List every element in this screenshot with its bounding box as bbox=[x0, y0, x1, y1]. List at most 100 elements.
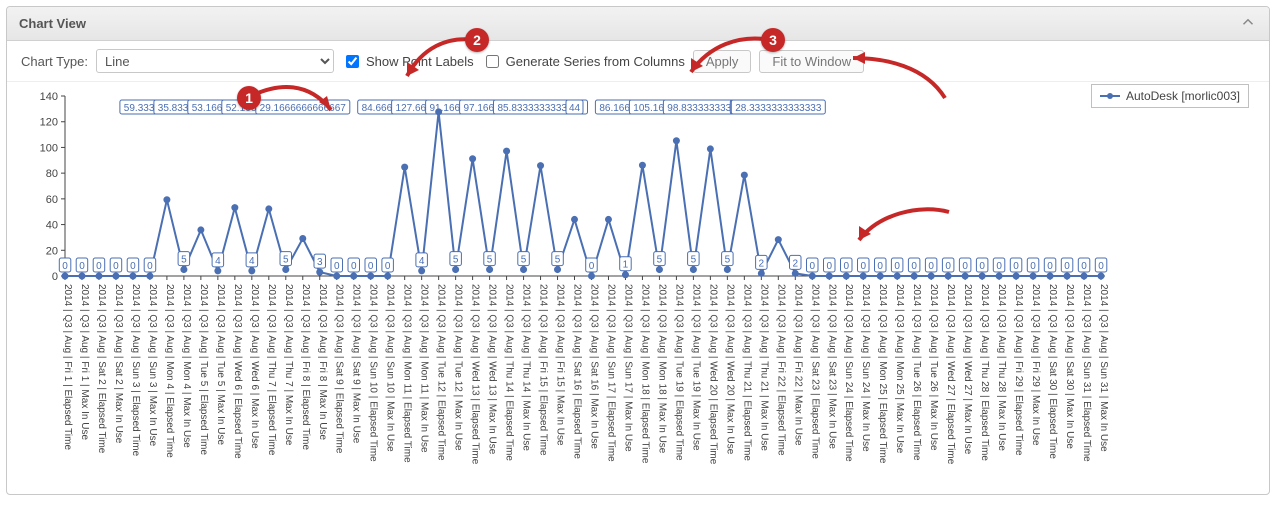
svg-text:2014 | Q3 | Aug | Fri 15 | Max: 2014 | Q3 | Aug | Fri 15 | Max In Use bbox=[555, 284, 566, 446]
show-point-labels-checkbox[interactable]: Show Point Labels bbox=[342, 52, 474, 71]
apply-button[interactable]: Apply bbox=[693, 50, 752, 73]
svg-text:0: 0 bbox=[860, 261, 866, 272]
svg-text:0: 0 bbox=[62, 261, 68, 272]
svg-text:2014 | Q3 | Aug | Sun 10 | Max: 2014 | Q3 | Aug | Sun 10 | Max In Use bbox=[385, 284, 396, 452]
svg-text:2014 | Q3 | Aug | Tue 5 | Elap: 2014 | Q3 | Aug | Tue 5 | Elapsed Time bbox=[198, 284, 209, 455]
svg-text:2014 | Q3 | Aug | Wed 13 | Max: 2014 | Q3 | Aug | Wed 13 | Max In Use bbox=[487, 284, 498, 455]
chart-legend: AutoDesk [morlic003] bbox=[1091, 84, 1249, 108]
svg-text:0: 0 bbox=[1081, 261, 1087, 272]
chart-type-select[interactable]: Line bbox=[96, 49, 334, 73]
chart-view-panel: Chart View Chart Type: Line Show Point L… bbox=[6, 6, 1270, 495]
svg-text:2014 | Q3 | Aug | Wed 20 | Max: 2014 | Q3 | Aug | Wed 20 | Max In Use bbox=[724, 284, 735, 455]
generate-series-input[interactable] bbox=[486, 55, 499, 68]
svg-text:40: 40 bbox=[46, 220, 58, 232]
svg-text:2014 | Q3 | Aug | Thu 14 | Ela: 2014 | Q3 | Aug | Thu 14 | Elapsed Time bbox=[504, 284, 515, 461]
svg-text:0: 0 bbox=[979, 261, 985, 272]
svg-text:2014 | Q3 | Aug | Tue 19 | Ela: 2014 | Q3 | Aug | Tue 19 | Elapsed Time bbox=[673, 284, 684, 461]
svg-text:0: 0 bbox=[843, 261, 849, 272]
svg-text:2014 | Q3 | Aug | Sat 30 | Max: 2014 | Q3 | Aug | Sat 30 | Max In Use bbox=[1064, 284, 1075, 449]
svg-text:0: 0 bbox=[877, 261, 883, 272]
svg-text:2014 | Q3 | Aug | Fri 29 | Max: 2014 | Q3 | Aug | Fri 29 | Max In Use bbox=[1030, 284, 1041, 446]
svg-text:2014 | Q3 | Aug | Sat 2 | Elap: 2014 | Q3 | Aug | Sat 2 | Elapsed Time bbox=[96, 284, 107, 454]
svg-text:0: 0 bbox=[147, 261, 153, 272]
svg-text:0: 0 bbox=[79, 261, 85, 272]
generate-series-checkbox[interactable]: Generate Series from Columns bbox=[482, 52, 685, 71]
svg-text:4: 4 bbox=[419, 256, 425, 267]
svg-text:2014 | Q3 | Aug | Mon 25 | Max: 2014 | Q3 | Aug | Mon 25 | Max In Use bbox=[894, 284, 905, 454]
collapse-icon[interactable] bbox=[1239, 13, 1257, 34]
svg-text:80: 80 bbox=[46, 168, 58, 180]
svg-text:2014 | Q3 | Aug | Thu 7 | Max: 2014 | Q3 | Aug | Thu 7 | Max In Use bbox=[283, 284, 294, 446]
svg-text:2014 | Q3 | Aug | Mon 18 | Ela: 2014 | Q3 | Aug | Mon 18 | Elapsed Time bbox=[639, 284, 650, 464]
svg-text:140: 140 bbox=[40, 91, 58, 103]
show-point-labels-input[interactable] bbox=[346, 55, 359, 68]
svg-text:0: 0 bbox=[334, 261, 340, 272]
svg-text:2014 | Q3 | Aug | Sun 10 | Ela: 2014 | Q3 | Aug | Sun 10 | Elapsed Time bbox=[368, 284, 379, 462]
svg-text:0: 0 bbox=[945, 261, 951, 272]
svg-text:44: 44 bbox=[569, 103, 581, 114]
svg-text:2014 | Q3 | Aug | Fri 8 | Elap: 2014 | Q3 | Aug | Fri 8 | Elapsed Time bbox=[300, 284, 311, 450]
fit-to-window-button[interactable]: Fit to Window bbox=[759, 50, 864, 73]
svg-text:20: 20 bbox=[46, 245, 58, 257]
svg-text:2014 | Q3 | Aug | Fri 1 | Max: 2014 | Q3 | Aug | Fri 1 | Max In Use bbox=[79, 284, 90, 440]
svg-text:2014 | Q3 | Aug | Sun 3 | Max: 2014 | Q3 | Aug | Sun 3 | Max In Use bbox=[147, 284, 158, 447]
svg-text:0: 0 bbox=[52, 271, 58, 283]
svg-text:0: 0 bbox=[826, 261, 832, 272]
svg-text:4: 4 bbox=[249, 256, 255, 267]
svg-text:4: 4 bbox=[215, 256, 221, 267]
svg-text:2014 | Q3 | Aug | Sun 17 | Ela: 2014 | Q3 | Aug | Sun 17 | Elapsed Time bbox=[605, 284, 616, 462]
svg-text:3: 3 bbox=[317, 257, 323, 268]
svg-text:0: 0 bbox=[809, 261, 815, 272]
svg-text:2014 | Q3 | Aug | Mon 11 | Ela: 2014 | Q3 | Aug | Mon 11 | Elapsed Time bbox=[402, 284, 413, 463]
svg-text:2014 | Q3 | Aug | Thu 21 | Ela: 2014 | Q3 | Aug | Thu 21 | Elapsed Time bbox=[741, 284, 752, 461]
svg-text:0: 0 bbox=[368, 261, 374, 272]
svg-text:2014 | Q3 | Aug | Sun 31 | Ela: 2014 | Q3 | Aug | Sun 31 | Elapsed Time bbox=[1081, 284, 1092, 462]
svg-text:2: 2 bbox=[759, 258, 765, 269]
svg-text:5: 5 bbox=[691, 255, 697, 266]
svg-text:2014 | Q3 | Aug | Sat 23 | Max: 2014 | Q3 | Aug | Sat 23 | Max In Use bbox=[826, 284, 837, 449]
svg-text:0: 0 bbox=[894, 261, 900, 272]
svg-text:5: 5 bbox=[657, 255, 663, 266]
svg-text:2014 | Q3 | Aug | Tue 12 | Ela: 2014 | Q3 | Aug | Tue 12 | Elapsed Time bbox=[436, 284, 447, 461]
svg-text:0: 0 bbox=[996, 261, 1002, 272]
svg-text:2014 | Q3 | Aug | Sun 24 | Ela: 2014 | Q3 | Aug | Sun 24 | Elapsed Time bbox=[843, 284, 854, 462]
svg-text:2014 | Q3 | Aug | Tue 12 | Max: 2014 | Q3 | Aug | Tue 12 | Max In Use bbox=[453, 284, 464, 451]
svg-text:2014 | Q3 | Aug | Mon 18 | Max: 2014 | Q3 | Aug | Mon 18 | Max In Use bbox=[656, 284, 667, 454]
chart-area: 1 2 3 bbox=[7, 82, 1269, 494]
panel-title: Chart View bbox=[19, 16, 86, 31]
svg-text:2014 | Q3 | Aug | Fri 29 | Ela: 2014 | Q3 | Aug | Fri 29 | Elapsed Time bbox=[1013, 284, 1024, 456]
svg-text:2014 | Q3 | Aug | Sat 9 | Elap: 2014 | Q3 | Aug | Sat 9 | Elapsed Time bbox=[334, 284, 345, 454]
svg-text:2014 | Q3 | Aug | Fri 22 | Ela: 2014 | Q3 | Aug | Fri 22 | Elapsed Time bbox=[775, 284, 786, 456]
svg-text:2014 | Q3 | Aug | Wed 13 | Ela: 2014 | Q3 | Aug | Wed 13 | Elapsed Time bbox=[470, 284, 481, 465]
chart-type-label: Chart Type: bbox=[21, 54, 88, 69]
svg-text:2014 | Q3 | Aug | Tue 5 | Max: 2014 | Q3 | Aug | Tue 5 | Max In Use bbox=[215, 284, 226, 445]
svg-text:2014 | Q3 | Aug | Fri 22 | Max: 2014 | Q3 | Aug | Fri 22 | Max In Use bbox=[792, 284, 803, 446]
svg-text:2014 | Q3 | Aug | Tue 26 | Max: 2014 | Q3 | Aug | Tue 26 | Max In Use bbox=[928, 284, 939, 451]
svg-text:5: 5 bbox=[487, 255, 493, 266]
svg-text:5: 5 bbox=[725, 255, 731, 266]
svg-text:2014 | Q3 | Aug | Thu 28 | Max: 2014 | Q3 | Aug | Thu 28 | Max In Use bbox=[996, 284, 1007, 451]
svg-text:0: 0 bbox=[1098, 261, 1104, 272]
svg-text:2014 | Q3 | Aug | Wed 20 | Ela: 2014 | Q3 | Aug | Wed 20 | Elapsed Time bbox=[707, 284, 718, 465]
svg-text:2: 2 bbox=[793, 258, 799, 269]
svg-text:100: 100 bbox=[40, 142, 58, 154]
svg-text:2014 | Q3 | Aug | Sun 24 | Max: 2014 | Q3 | Aug | Sun 24 | Max In Use bbox=[860, 284, 871, 452]
svg-text:0: 0 bbox=[1047, 261, 1053, 272]
svg-text:28.3333333333333: 28.3333333333333 bbox=[735, 103, 822, 114]
svg-text:0: 0 bbox=[962, 261, 968, 272]
svg-text:2014 | Q3 | Aug | Mon 4 | Max: 2014 | Q3 | Aug | Mon 4 | Max In Use bbox=[181, 284, 192, 448]
svg-text:2014 | Q3 | Aug | Sat 30 | Ela: 2014 | Q3 | Aug | Sat 30 | Elapsed Time bbox=[1047, 284, 1058, 459]
svg-text:2014 | Q3 | Aug | Sun 3 | Elap: 2014 | Q3 | Aug | Sun 3 | Elapsed Time bbox=[130, 284, 141, 457]
svg-text:2014 | Q3 | Aug | Wed 27 | Ela: 2014 | Q3 | Aug | Wed 27 | Elapsed Time bbox=[945, 284, 956, 465]
svg-text:5: 5 bbox=[283, 255, 289, 266]
svg-text:0: 0 bbox=[1064, 261, 1070, 272]
svg-text:2014 | Q3 | Aug | Wed 6 | Max: 2014 | Q3 | Aug | Wed 6 | Max In Use bbox=[249, 284, 260, 449]
svg-text:2014 | Q3 | Aug | Mon 11 | Max: 2014 | Q3 | Aug | Mon 11 | Max In Use bbox=[419, 284, 430, 453]
svg-text:29.1666666666667: 29.1666666666667 bbox=[260, 103, 347, 114]
svg-text:2014 | Q3 | Aug | Sun 17 | Max: 2014 | Q3 | Aug | Sun 17 | Max In Use bbox=[622, 284, 633, 452]
svg-text:0: 0 bbox=[1030, 261, 1036, 272]
svg-text:2014 | Q3 | Aug | Mon 4 | Elap: 2014 | Q3 | Aug | Mon 4 | Elapsed Time bbox=[164, 284, 175, 458]
svg-text:5: 5 bbox=[555, 255, 561, 266]
svg-text:2014 | Q3 | Aug | Sat 2 | Max: 2014 | Q3 | Aug | Sat 2 | Max In Use bbox=[113, 284, 124, 444]
svg-text:2014 | Q3 | Aug | Sun 31 | Max: 2014 | Q3 | Aug | Sun 31 | Max In Use bbox=[1098, 284, 1109, 452]
